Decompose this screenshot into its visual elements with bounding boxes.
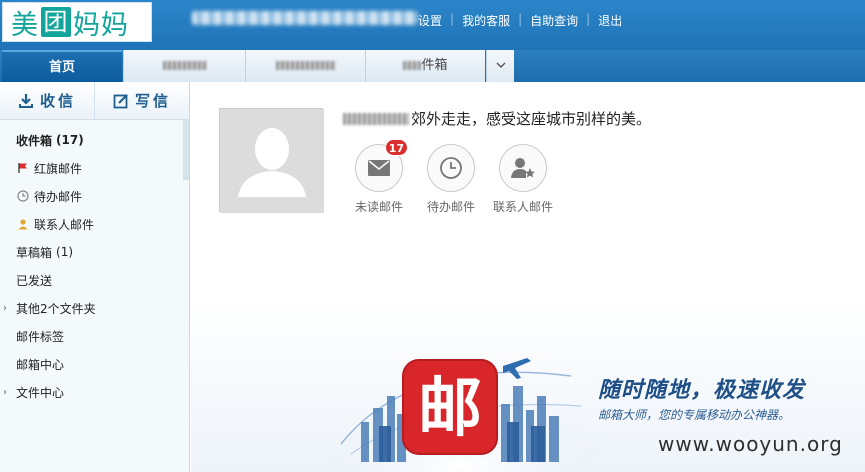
tab-dropdown[interactable] (486, 50, 514, 82)
greeting-text: 郊外走走，感受这座城市别样的美。 (411, 110, 652, 128)
main-panel: 郊外走走，感受这座城市别样的美。 17 未读邮件 待办邮件 联系人邮件 邮 随时… (191, 82, 865, 472)
folder-label: 草稿箱 (16, 245, 53, 260)
folder-inbox[interactable]: 收件箱 (17) (0, 126, 189, 154)
settings-link[interactable]: 设置 (418, 12, 442, 29)
folder-label: 文件中心 (16, 385, 65, 400)
logo-char-1: 美 (11, 9, 39, 41)
chevron-right-icon[interactable]: › (3, 303, 7, 314)
contact-star-icon (511, 158, 535, 178)
shortcut-label: 联系人邮件 (492, 200, 553, 214)
tab-blurred-2[interactable] (245, 50, 365, 82)
user-email-blurred (192, 11, 418, 25)
draft-count: (1) (56, 245, 74, 259)
greeting: 郊外走走，感受这座城市别样的美。 (343, 108, 651, 129)
shortcut-label: 待办邮件 (426, 200, 475, 214)
folder-list: 收件箱 (17) 红旗邮件 待办邮件 联系人邮件 草稿箱 (1) 已发送 › 其… (0, 120, 189, 406)
logo-char-2: 团 (41, 7, 71, 37)
todo-circle (427, 144, 475, 192)
separator: | (586, 12, 591, 26)
promo-subtitle: 邮箱大师，您的专属移动办公神器。 (598, 408, 791, 422)
folder-mail-center[interactable]: 邮箱中心 (0, 350, 189, 378)
tab-inbox-label: 件箱 (421, 58, 448, 73)
receive-button[interactable]: 收信 (0, 82, 94, 119)
folder-label: 其他2个文件夹 (16, 301, 96, 316)
red-flag-icon (16, 161, 30, 175)
compose-label: 写信 (134, 92, 171, 110)
download-icon (18, 93, 33, 108)
compose-button[interactable]: 写信 (94, 82, 189, 119)
logout-link[interactable]: 退出 (598, 12, 622, 29)
receive-label: 收信 (39, 92, 76, 110)
clock-icon (16, 189, 30, 203)
folder-contacts[interactable]: 联系人邮件 (0, 210, 189, 238)
folder-label: 邮件标签 (16, 329, 65, 344)
envelope-icon (368, 160, 390, 176)
folder-todo[interactable]: 待办邮件 (0, 182, 189, 210)
chevron-right-icon[interactable]: › (3, 387, 7, 398)
tab-home[interactable]: 首页 (2, 50, 122, 82)
tab-blurred-1[interactable] (123, 50, 245, 82)
unread-circle: 17 (355, 139, 408, 192)
shortcut-contacts[interactable]: 联系人邮件 (487, 144, 559, 215)
tab-inbox[interactable]: 件箱 (365, 50, 485, 82)
self-help-link[interactable]: 自助查询 (530, 12, 578, 29)
top-links: 设置 | 我的客服 | 自助查询 | 退出 (418, 12, 622, 29)
promo-logo-char: 邮 (418, 372, 482, 446)
action-bar: 收信 写信 (0, 82, 189, 120)
chevron-down-icon (496, 62, 505, 68)
blurred-label (162, 61, 207, 70)
folder-other[interactable]: › 其他2个文件夹 (0, 294, 189, 322)
avatar[interactable] (219, 108, 324, 213)
separator: | (518, 12, 523, 26)
shortcut-label: 未读邮件 (354, 200, 403, 214)
shortcut-unread[interactable]: 17 未读邮件 (343, 139, 415, 215)
customer-service-link[interactable]: 我的客服 (462, 12, 510, 29)
contact-icon (16, 217, 30, 231)
folder-label: 收件箱 (16, 133, 53, 148)
blurred-label (275, 61, 336, 70)
separator: | (450, 12, 455, 26)
folder-label: 联系人邮件 (34, 217, 95, 232)
folder-file-center[interactable]: › 文件中心 (0, 378, 189, 406)
folder-tags[interactable]: 邮件标签 (0, 322, 189, 350)
folder-drafts[interactable]: 草稿箱 (1) (0, 238, 189, 266)
blurred-username (343, 112, 409, 125)
promo-slogan[interactable]: 随时随地，极速收发 (598, 372, 805, 404)
folder-label: 红旗邮件 (34, 161, 83, 176)
sidebar: 收信 写信 收件箱 (17) 红旗邮件 待办邮件 联系人邮件 草稿箱 (1) 已… (0, 82, 190, 472)
folder-flagged[interactable]: 红旗邮件 (0, 154, 189, 182)
default-user-icon (220, 109, 324, 213)
watermark: www.wooyun.org (658, 432, 843, 456)
folder-label: 邮箱中心 (16, 357, 65, 372)
folder-label: 待办邮件 (34, 189, 83, 204)
brand-logo[interactable]: 美团妈妈 (2, 2, 152, 42)
folder-label: 已发送 (16, 273, 53, 288)
shortcut-todo[interactable]: 待办邮件 (415, 144, 487, 215)
top-header: 美团妈妈 设置 | 我的客服 | 自助查询 | 退出 (0, 0, 865, 50)
compose-icon (113, 93, 128, 108)
unread-count: (17) (56, 133, 84, 147)
shortcut-icons: 17 未读邮件 待办邮件 联系人邮件 (343, 139, 559, 215)
tab-bar: 首页 件箱 (0, 50, 865, 82)
clock-icon (440, 157, 462, 179)
contacts-circle (499, 144, 547, 192)
blurred-label (403, 61, 422, 70)
folder-sent[interactable]: 已发送 (0, 266, 189, 294)
unread-badge: 17 (384, 139, 408, 156)
logo-char-3: 妈妈 (73, 9, 129, 41)
